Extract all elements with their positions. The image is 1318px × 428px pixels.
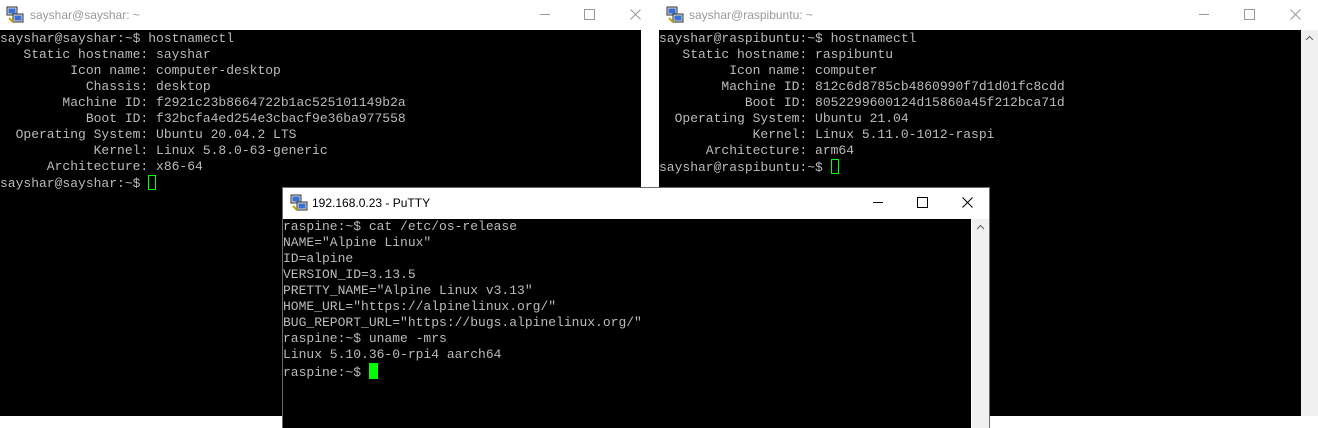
shell-prompt: sayshar@raspibuntu:~$ (659, 160, 831, 175)
terminal-output: sayshar@sayshar:~$ hostnamectl Static ho… (0, 31, 641, 175)
close-button[interactable] (612, 0, 641, 30)
minimize-icon (1199, 14, 1209, 15)
title-bar[interactable]: 192.168.0.23 - PuTTY (283, 188, 989, 218)
scroll-up-button[interactable] (1301, 30, 1318, 47)
maximize-button[interactable] (899, 188, 945, 218)
scroll-up-button[interactable] (972, 219, 989, 236)
window-title: 192.168.0.23 - PuTTY (312, 196, 431, 210)
terminal-line: VERSION_ID=3.13.5 (283, 267, 416, 282)
prompt-line: sayshar@raspibuntu:~$ (659, 159, 1301, 175)
text-cursor (368, 363, 378, 379)
maximize-button[interactable] (566, 0, 612, 30)
terminal-line: sayshar@raspibuntu:~$ hostnamectl (659, 31, 917, 46)
terminal-line: Machine ID: 812c6d8785cb4860990f7d1d01fc… (659, 79, 1065, 94)
terminal-line: Architecture: arm64 (659, 143, 855, 158)
minimize-icon (540, 14, 550, 15)
prompt-line: raspine:~$ (283, 363, 971, 380)
terminal-output: raspine:~$ cat /etc/os-release NAME="Alpi… (283, 219, 971, 363)
close-icon (630, 9, 641, 20)
terminal-output: sayshar@raspibuntu:~$ hostnamectl Static… (659, 31, 1301, 159)
text-cursor (830, 159, 839, 174)
terminal-line: Kernel: Linux 5.8.0-63-generic (0, 143, 328, 158)
minimize-button[interactable] (522, 0, 568, 30)
terminal-line: Linux 5.10.36-0-rpi4 aarch64 (283, 347, 502, 362)
close-icon (1290, 9, 1301, 20)
terminal-line: Kernel: Linux 5.11.0-1012-raspi (659, 127, 995, 142)
terminal-line: NAME="Alpine Linux" (283, 235, 432, 250)
putty-icon (290, 194, 308, 212)
terminal-line: Static hostname: raspibuntu (659, 47, 894, 62)
maximize-icon (1244, 9, 1255, 20)
terminal-line: ID=alpine (283, 251, 354, 266)
shell-prompt: sayshar@sayshar:~$ (0, 176, 149, 191)
minimize-icon (873, 202, 883, 203)
terminal-line: Operating System: Ubuntu 20.04.2 LTS (0, 127, 297, 142)
text-cursor (148, 175, 157, 190)
terminal-line: Icon name: computer-desktop (0, 63, 281, 78)
chevron-up-icon (1305, 35, 1314, 41)
terminal-line: Operating System: Ubuntu 21.04 (659, 111, 909, 126)
terminal-line: Architecture: x86-64 (0, 159, 203, 174)
terminal-line: Chassis: desktop (0, 79, 211, 94)
putty-icon (666, 6, 684, 24)
terminal-line: BUG_REPORT_URL="https://bugs.alpinelinux… (283, 315, 642, 330)
terminal-line: Boot ID: f32bcfa4ed254e3cbacf9e36ba97755… (0, 111, 406, 126)
terminal-line: HOME_URL="https://alpinelinux.org/" (283, 299, 557, 314)
terminal-line: Icon name: computer (659, 63, 878, 78)
maximize-icon (584, 9, 595, 20)
shell-prompt: raspine:~$ (283, 365, 369, 380)
terminal-screen[interactable]: raspine:~$ cat /etc/os-release NAME="Alpi… (283, 219, 971, 428)
close-icon (962, 197, 973, 208)
terminal-line: raspine:~$ cat /etc/os-release (283, 219, 518, 234)
vertical-scrollbar[interactable] (1301, 30, 1318, 416)
close-button[interactable] (944, 188, 989, 218)
terminal-line: PRETTY_NAME="Alpine Linux v3.13" (283, 283, 533, 298)
minimize-button[interactable] (855, 188, 901, 218)
maximize-icon (917, 197, 928, 208)
terminal-line: Boot ID: 8052299600124d15860a45f212bca71… (659, 95, 1065, 110)
terminal-line: Machine ID: f2921c23b8664722b1ac52510114… (0, 95, 406, 110)
close-button[interactable] (1272, 0, 1318, 30)
minimize-button[interactable] (1181, 0, 1227, 30)
terminal-line: sayshar@sayshar:~$ hostnamectl (0, 31, 235, 46)
putty-window[interactable]: 192.168.0.23 - PuTTY raspine:~$ cat /etc… (282, 187, 990, 428)
title-bar[interactable]: sayshar@sayshar: ~ (0, 0, 641, 30)
window-title: sayshar@raspibuntu: ~ (689, 8, 813, 22)
window-title: sayshar@sayshar: ~ (30, 8, 140, 22)
terminal-line: raspine:~$ uname -mrs (283, 331, 447, 346)
title-bar[interactable]: sayshar@raspibuntu: ~ (659, 0, 1318, 30)
chevron-up-icon (976, 224, 985, 230)
maximize-button[interactable] (1226, 0, 1272, 30)
vertical-scrollbar[interactable] (972, 219, 989, 428)
putty-icon (6, 6, 24, 24)
terminal-line: Static hostname: sayshar (0, 47, 211, 62)
